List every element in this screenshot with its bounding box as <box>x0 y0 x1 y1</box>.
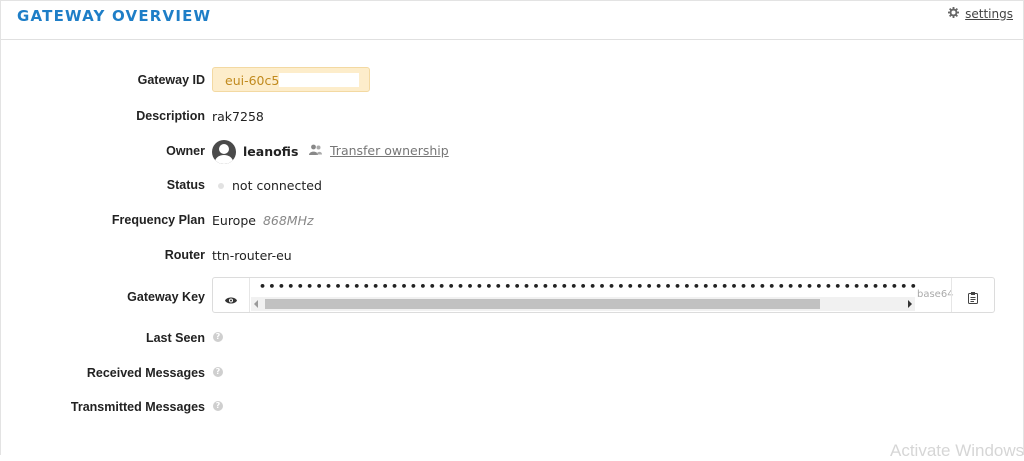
clipboard-icon <box>968 289 978 308</box>
help-icon[interactable]: ? <box>213 401 223 411</box>
scrollbar-thumb[interactable] <box>265 299 820 309</box>
gateway-key-masked: ••••••••••••••••••••••••••••••••••••••••… <box>259 280 919 293</box>
gateway-id-label: Gateway ID <box>137 73 205 87</box>
settings-link[interactable]: settings <box>948 7 1013 21</box>
status-dot-icon <box>218 183 224 189</box>
status-label: Status <box>166 178 205 192</box>
redaction-mark <box>279 73 359 87</box>
overview-panel <box>0 39 1024 455</box>
settings-label[interactable]: settings <box>965 7 1013 21</box>
router-label: Router <box>164 248 205 262</box>
user-avatar-icon <box>212 140 236 164</box>
help-icon[interactable]: ? <box>213 332 223 342</box>
gateway-id-text: eui-60c5 <box>225 73 280 88</box>
gateway-key-field: ••••••••••••••••••••••••••••••••••••••••… <box>212 277 995 313</box>
received-messages-label: Received Messages <box>86 366 205 380</box>
description-value: rak7258 <box>212 109 264 124</box>
scroll-right-arrow-icon[interactable] <box>908 300 912 308</box>
frequency-plan-label: Frequency Plan <box>111 213 205 227</box>
owner-label: Owner <box>166 144 205 158</box>
gateway-id-value[interactable]: eui-60c5 <box>212 67 370 92</box>
frequency-band: 868MHz <box>262 213 314 228</box>
status-value: not connected <box>232 178 322 193</box>
key-horizontal-scrollbar[interactable] <box>251 297 915 311</box>
users-icon <box>309 143 322 158</box>
gear-icon <box>948 7 960 21</box>
transmitted-messages-label: Transmitted Messages <box>70 400 205 414</box>
frequency-plan-value: Europe 868MHz <box>212 213 314 228</box>
router-value: ttn-router-eu <box>212 248 292 263</box>
description-label: Description <box>136 109 205 123</box>
gateway-key-label: Gateway Key <box>127 290 205 304</box>
last-seen-label: Last Seen <box>145 331 205 345</box>
activate-windows-watermark: Activate Windows <box>890 441 1024 460</box>
show-key-button[interactable] <box>213 278 250 312</box>
transfer-ownership-label[interactable]: Transfer ownership <box>330 143 449 158</box>
help-icon[interactable]: ? <box>213 367 223 377</box>
eye-icon <box>225 290 237 309</box>
copy-key-button[interactable] <box>951 278 994 312</box>
transfer-ownership-link[interactable]: Transfer ownership <box>309 143 449 158</box>
page-title: GATEWAY OVERVIEW <box>17 7 212 25</box>
owner-name: leanofis <box>243 144 299 159</box>
frequency-region: Europe <box>212 213 256 228</box>
overview-header: GATEWAY OVERVIEW settings <box>0 0 1024 40</box>
scroll-left-arrow-icon[interactable] <box>254 300 258 308</box>
key-encoding-label: base64 <box>917 289 954 300</box>
